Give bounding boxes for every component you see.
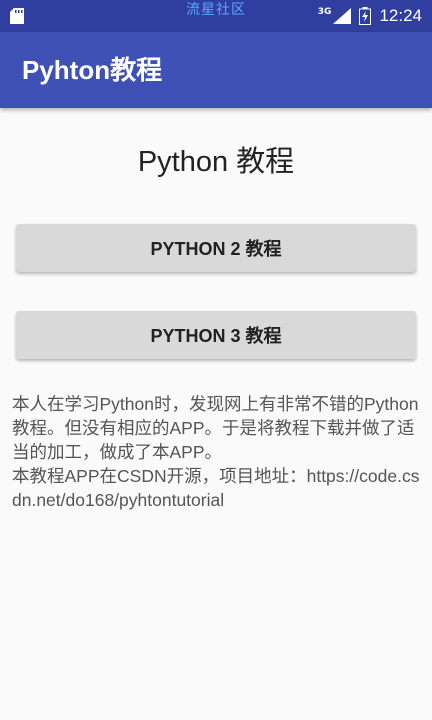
screen: 流星社区 3G 12:24 Pyhton教程 Python 教程 PYTHON … <box>0 0 432 720</box>
network-type-label: 3G <box>317 7 332 17</box>
status-icons: 3G 12:24 <box>318 4 422 28</box>
clock-time: 12:24 <box>379 6 422 25</box>
description-paragraph-2: 本教程APP在CSDN开源，项目地址：https://code.csdn.net… <box>12 466 420 510</box>
page-title: Python 教程 <box>137 146 295 178</box>
signal-icon <box>333 8 352 24</box>
app-bar: Pyhton教程 <box>0 32 432 108</box>
app-title: Pyhton教程 <box>22 55 163 85</box>
description-paragraph-1: 本人在学习Python时，发现网上有非常不错的Python教程。但没有相应的AP… <box>12 394 419 462</box>
python2-tutorial-button[interactable]: PYTHON 2 教程 <box>16 224 416 272</box>
battery-charging-icon <box>359 7 372 25</box>
status-bar: 流星社区 3G 12:24 <box>0 0 432 32</box>
python3-tutorial-button[interactable]: PYTHON 3 教程 <box>16 311 416 359</box>
description-text: 本人在学习Python时，发现网上有非常不错的Python教程。但没有相应的AP… <box>12 392 422 512</box>
